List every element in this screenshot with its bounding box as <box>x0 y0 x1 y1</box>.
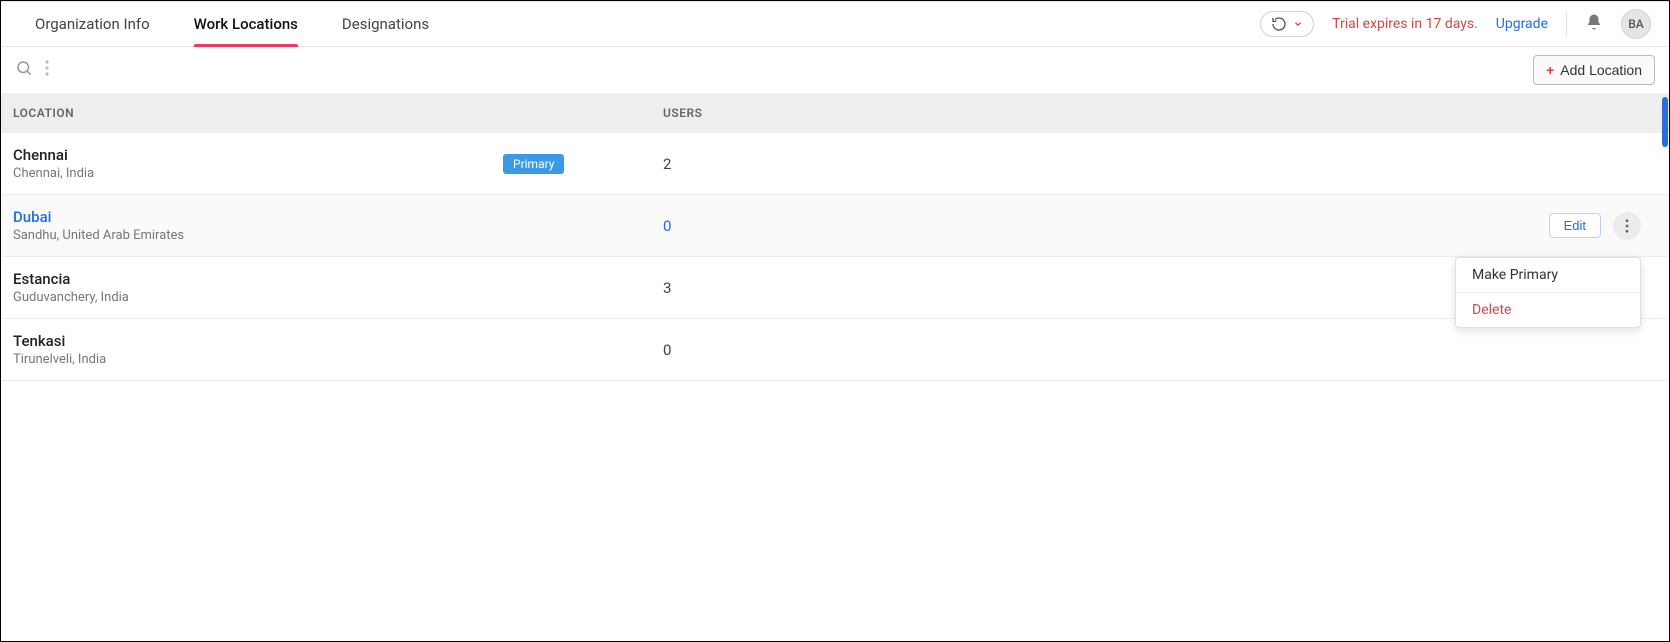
location-subtext: Guduvanchery, India <box>13 290 503 305</box>
chevron-down-icon <box>1293 19 1303 29</box>
scrollbar-thumb[interactable] <box>1662 97 1668 147</box>
avatar[interactable]: BA <box>1621 9 1651 39</box>
table-row[interactable]: Chennai Chennai, IndiaPrimary 2 <box>1 133 1669 195</box>
dropdown-delete[interactable]: Delete <box>1456 292 1640 327</box>
search-icon[interactable] <box>15 59 33 81</box>
tab-designations[interactable]: Designations <box>342 2 429 46</box>
dropdown-make-primary[interactable]: Make Primary <box>1456 258 1640 292</box>
primary-badge: Primary <box>503 154 564 174</box>
location-subtext: Tirunelveli, India <box>13 352 503 367</box>
location-name: Dubai <box>13 208 503 226</box>
users-count: 0 <box>663 341 1657 359</box>
trial-expiry-text: Trial expires in 17 days. <box>1332 16 1478 32</box>
location-cell: Dubai Sandhu, United Arab Emirates <box>13 208 503 243</box>
location-cell: Tenkasi Tirunelveli, India <box>13 332 503 367</box>
tab-work-locations[interactable]: Work Locations <box>194 2 298 46</box>
users-count: 2 <box>663 155 1657 173</box>
table-row[interactable]: Tenkasi Tirunelveli, India 0 <box>1 319 1669 381</box>
table-header: LOCATION USERS <box>1 93 1669 133</box>
row-more-button[interactable] <box>1613 212 1641 240</box>
column-header-users: USERS <box>663 106 1657 120</box>
toolbar-more-icon[interactable] <box>45 60 49 80</box>
badge-cell: Primary <box>503 154 663 174</box>
users-count: 0 <box>663 217 1549 235</box>
location-subtext: Chennai, India <box>13 166 503 181</box>
edit-button[interactable]: Edit <box>1549 213 1601 238</box>
rewind-icon <box>1271 16 1287 32</box>
location-name: Tenkasi <box>13 332 503 350</box>
table-body: Chennai Chennai, IndiaPrimary 2 Dubai Sandhu… <box>1 133 1669 381</box>
location-cell: Chennai Chennai, India <box>13 146 503 181</box>
location-cell: Estancia Guduvanchery, India <box>13 270 503 305</box>
header-bar: Organization Info Work Locations Designati… <box>1 1 1669 47</box>
add-location-button[interactable]: + Add Location <box>1533 55 1655 85</box>
location-name: Estancia <box>13 270 503 288</box>
tab-organization-info[interactable]: Organization Info <box>35 2 150 46</box>
location-subtext: Sandhu, United Arab Emirates <box>13 228 503 243</box>
column-header-location: LOCATION <box>13 106 663 120</box>
location-name: Chennai <box>13 146 503 164</box>
row-actions: Edit <box>1549 212 1657 240</box>
divider <box>1566 12 1567 36</box>
tab-list: Organization Info Work Locations Designati… <box>35 2 429 46</box>
notifications-icon[interactable] <box>1585 13 1603 35</box>
row-actions-dropdown: Make Primary Delete <box>1455 257 1641 328</box>
table-row[interactable]: Dubai Sandhu, United Arab Emirates 0Edit <box>1 195 1669 257</box>
table-row[interactable]: EstanciaGuduvanchery, India3 <box>1 257 1669 319</box>
header-right: Trial expires in 17 days. Upgrade BA <box>1260 9 1651 39</box>
toolbar: + Add Location <box>1 47 1669 93</box>
add-location-label: Add Location <box>1560 62 1642 78</box>
plus-icon: + <box>1546 62 1554 78</box>
upgrade-link[interactable]: Upgrade <box>1496 16 1548 32</box>
history-pill[interactable] <box>1260 11 1314 37</box>
